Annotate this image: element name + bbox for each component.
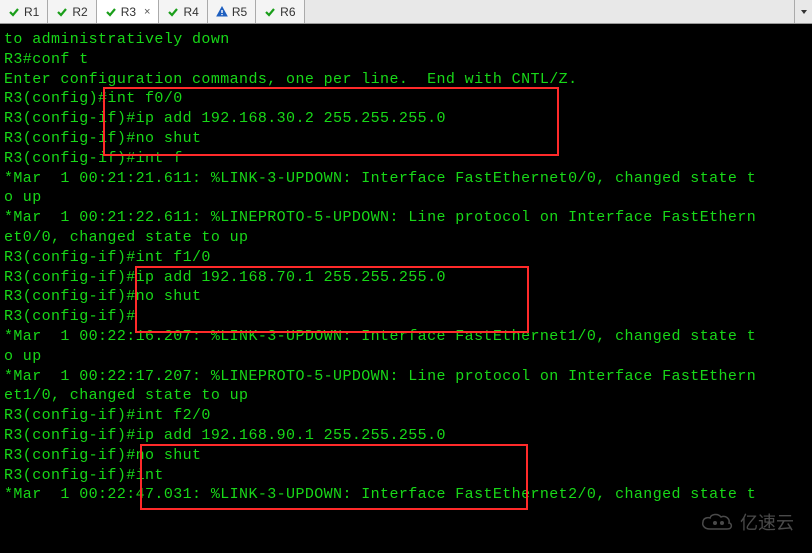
tab-bar: R1 R2 R3 × R4 R5 R6 <box>0 0 812 24</box>
terminal-line: *Mar 1 00:22:47.031: %LINK-3-UPDOWN: Int… <box>4 485 808 505</box>
tab-label: R4 <box>183 5 198 19</box>
check-icon <box>8 6 20 18</box>
terminal-line: o up <box>4 188 808 208</box>
tab-r6[interactable]: R6 <box>256 0 304 23</box>
check-icon <box>56 6 68 18</box>
check-icon <box>264 6 276 18</box>
tab-label: R1 <box>24 5 39 19</box>
terminal-line: R3(config-if)#no shut <box>4 446 808 466</box>
terminal-line: *Mar 1 00:22:17.207: %LINEPROTO-5-UPDOWN… <box>4 367 808 387</box>
terminal-line: R3(config-if)# <box>4 307 808 327</box>
tab-label: R6 <box>280 5 295 19</box>
terminal-line: R3(config-if)#int f <box>4 149 808 169</box>
terminal-line: R3(config-if)#no shut <box>4 287 808 307</box>
terminal-line: Enter configuration commands, one per li… <box>4 70 808 90</box>
tab-r1[interactable]: R1 <box>0 0 48 23</box>
tab-r3[interactable]: R3 × <box>97 0 160 23</box>
terminal-line: *Mar 1 00:22:16.207: %LINK-3-UPDOWN: Int… <box>4 327 808 347</box>
tab-spacer <box>305 0 795 23</box>
terminal-line: *Mar 1 00:21:22.611: %LINEPROTO-5-UPDOWN… <box>4 208 808 228</box>
terminal-line: R3(config-if)#no shut <box>4 129 808 149</box>
warning-icon <box>216 6 228 18</box>
tab-label: R3 <box>121 5 136 19</box>
terminal-line: *Mar 1 00:21:21.611: %LINK-3-UPDOWN: Int… <box>4 169 808 189</box>
tab-r2[interactable]: R2 <box>48 0 96 23</box>
terminal-line: R3(config-if)#int f1/0 <box>4 248 808 268</box>
terminal-line: R3(config-if)#ip add 192.168.90.1 255.25… <box>4 426 808 446</box>
tab-label: R5 <box>232 5 247 19</box>
cloud-icon <box>700 511 734 533</box>
terminal-line: R3(config-if)#int <box>4 466 808 486</box>
terminal-line: to administratively down <box>4 30 808 50</box>
terminal-line: o up <box>4 347 808 367</box>
tab-r4[interactable]: R4 <box>159 0 207 23</box>
terminal-output[interactable]: to administratively downR3#conf tEnter c… <box>0 24 812 553</box>
terminal-line: R3(config-if)#ip add 192.168.30.2 255.25… <box>4 109 808 129</box>
watermark: 亿速云 <box>700 509 794 535</box>
close-icon[interactable]: × <box>144 6 150 18</box>
check-icon <box>105 6 117 18</box>
watermark-text: 亿速云 <box>740 509 794 535</box>
terminal-line: R3#conf t <box>4 50 808 70</box>
tab-r5[interactable]: R5 <box>208 0 256 23</box>
check-icon <box>167 6 179 18</box>
tab-dropdown-button[interactable] <box>794 0 812 23</box>
terminal-line: R3(config)#int f0/0 <box>4 89 808 109</box>
tab-label: R2 <box>72 5 87 19</box>
terminal-line: R3(config-if)#ip add 192.168.70.1 255.25… <box>4 268 808 288</box>
terminal-line: R3(config-if)#int f2/0 <box>4 406 808 426</box>
terminal-line: et1/0, changed state to up <box>4 386 808 406</box>
terminal-line: et0/0, changed state to up <box>4 228 808 248</box>
